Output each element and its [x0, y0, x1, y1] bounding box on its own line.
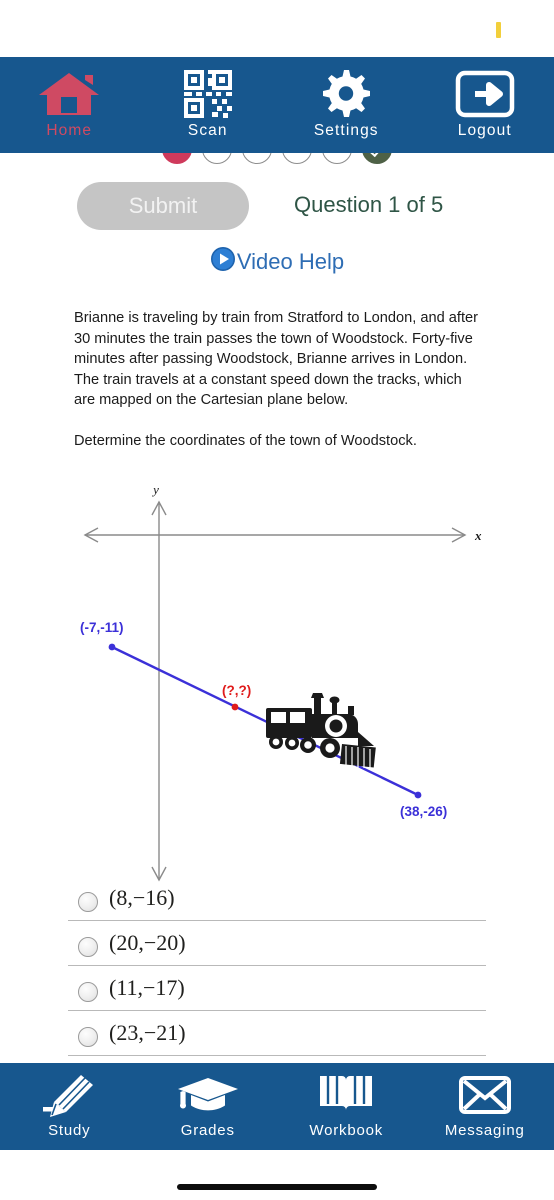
answer-options-list: (8,−16) (20,−20) (11,−17) (23,−21) [68, 876, 486, 1056]
gear-icon [321, 69, 371, 117]
point-start-label: (-7,-11) [80, 620, 124, 635]
point-end-label: (38,-26) [400, 804, 447, 819]
point-start [108, 643, 116, 651]
option-label-1: (8,−16) [109, 885, 175, 910]
x-axis [83, 527, 467, 543]
topnav-item-home[interactable]: Home [0, 57, 139, 153]
radio-button-2[interactable] [78, 937, 98, 957]
video-help-link[interactable]: Video Help [0, 246, 554, 277]
point-unknown [231, 703, 239, 711]
home-icon [37, 70, 101, 117]
battery-mark-icon [496, 22, 501, 38]
point-end [414, 791, 422, 799]
bottomnav-item-messaging[interactable]: Messaging [416, 1074, 554, 1139]
option-row-2[interactable]: (20,−20) [68, 921, 486, 966]
submit-button[interactable]: Submit [77, 182, 249, 230]
train-illustration [266, 693, 376, 769]
video-help-label: Video Help [236, 248, 345, 274]
y-axis [151, 500, 167, 882]
play-circle-icon [210, 246, 236, 277]
y-axis-label: y [151, 482, 159, 497]
radio-button-3[interactable] [78, 982, 98, 1002]
topnav-item-logout[interactable]: Logout [416, 57, 554, 153]
question-paragraph-2: Determine the coordinates of the town of… [74, 432, 417, 449]
option-label-4: (23,−21) [109, 1020, 186, 1045]
option-label-2: (20,−20) [109, 930, 186, 955]
track-line [111, 645, 419, 797]
question-text: Brianne is traveling by train from Strat… [74, 308, 482, 451]
qr-scan-icon [182, 69, 234, 118]
status-bar [0, 0, 554, 57]
bottomnav-label-grades: Grades [180, 1122, 235, 1139]
topnav-label-scan: Scan [187, 122, 228, 139]
question-paragraph-1: Brianne is traveling by train from Strat… [74, 310, 478, 408]
pencil-icon [43, 1074, 95, 1118]
option-row-4[interactable]: (23,−21) [68, 1011, 486, 1056]
topnav-item-scan[interactable]: Scan [139, 57, 278, 153]
logout-arrow-icon [455, 70, 515, 117]
bottomnav-item-grades[interactable]: Grades [139, 1074, 278, 1139]
home-indicator [177, 1184, 377, 1190]
option-row-3[interactable]: (11,−17) [68, 966, 486, 1011]
bottomnav-label-messaging: Messaging [444, 1122, 525, 1139]
top-navigation-bar: Home Scan Settings Logout [0, 57, 554, 153]
topnav-label-logout: Logout [457, 122, 512, 139]
bottomnav-item-study[interactable]: Study [0, 1074, 139, 1139]
graduation-cap-icon [177, 1074, 239, 1118]
question-counter: Question 1 of 5 [294, 192, 444, 217]
bottomnav-label-workbook: Workbook [309, 1122, 384, 1139]
cartesian-plane-figure: y x (-7,-11) (?,?) (38,-26) [70, 480, 490, 890]
topnav-label-home: Home [46, 122, 93, 139]
point-unknown-label: (?,?) [222, 683, 251, 698]
bottom-navigation-bar: Study Grades Workbook Messaging [0, 1063, 554, 1150]
x-axis-label: x [474, 528, 482, 543]
radio-button-4[interactable] [78, 1027, 98, 1047]
option-row-1[interactable]: (8,−16) [68, 876, 486, 921]
bottomnav-label-study: Study [48, 1122, 91, 1139]
submit-row: Submit Question 1 of 5 [0, 182, 554, 234]
bottomnav-item-workbook[interactable]: Workbook [277, 1074, 416, 1139]
envelope-icon [458, 1074, 512, 1118]
radio-button-1[interactable] [78, 892, 98, 912]
option-label-3: (11,−17) [109, 975, 185, 1000]
topnav-item-settings[interactable]: Settings [277, 57, 416, 153]
open-book-icon [318, 1074, 374, 1118]
topnav-label-settings: Settings [313, 122, 379, 139]
